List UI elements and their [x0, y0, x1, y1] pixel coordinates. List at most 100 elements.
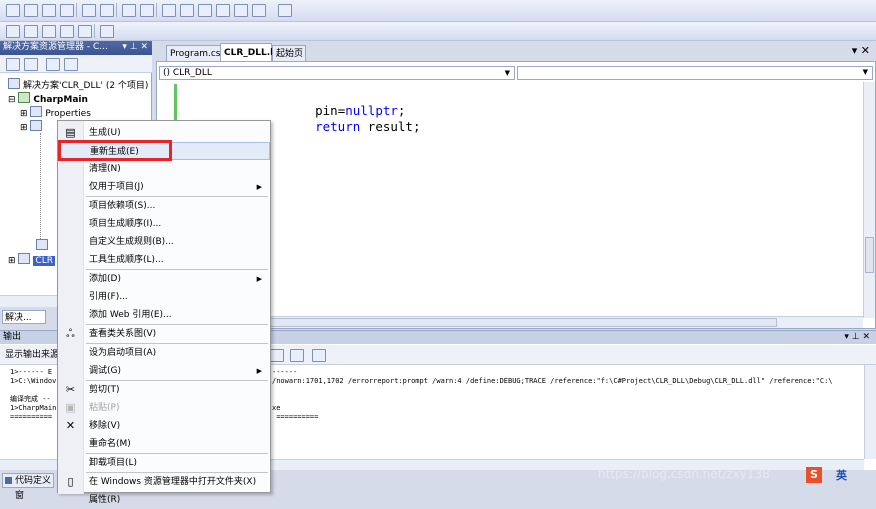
tree-solution[interactable]: 解决方案'CLR_DLL' (2 个项目) — [8, 78, 148, 92]
menu-item-8[interactable]: 工具生成顺序(L)... — [58, 251, 270, 269]
menu-item-3[interactable]: 清理(N) — [58, 160, 270, 178]
bookmark-next-icon[interactable] — [198, 4, 212, 17]
output-line-left-1: 1>------ E — [10, 368, 53, 376]
menu-item-11[interactable]: 添加 Web 引用(E)... — [58, 306, 270, 324]
menu-item-label: 重命名(M) — [89, 439, 131, 449]
menu-item-label: 设为启动项目(A) — [89, 348, 157, 358]
output-line-left-4: 编译完成 -- — [10, 395, 51, 403]
find-dropdown-icon[interactable] — [278, 4, 292, 17]
menu-item-label: 查看类关系图(V) — [89, 329, 157, 339]
menu-item-label: 粘贴(P) — [89, 403, 120, 413]
properties-icon[interactable] — [6, 58, 20, 71]
tab-program-cs[interactable]: Program.cs — [166, 45, 222, 61]
outdent-icon[interactable] — [100, 4, 114, 17]
context-menu: ▤ 生成(U) 重新生成(E) 清理(N) 仅用于项目(J) ▶ 项目依赖项(S)... 项目… — [57, 120, 271, 505]
expand-icon[interactable]: ⊞ — [20, 109, 30, 119]
code-keyword-return: return — [315, 119, 361, 134]
toolbar-icon-c[interactable] — [42, 25, 56, 38]
menu-item-19[interactable]: 卸载项目(L) — [58, 454, 270, 472]
uncomment-icon[interactable] — [140, 4, 154, 17]
toolbar-icon-f[interactable] — [100, 25, 114, 38]
output-title-buttons[interactable]: ▾ ⊥ ✕ — [844, 331, 870, 344]
tab-solution-explorer[interactable]: 解决... — [2, 310, 46, 324]
toolbar-top — [0, 0, 876, 22]
editor-close-buttons[interactable]: ▾ ✕ — [852, 44, 870, 57]
menu-item-10[interactable]: 引用(F)... — [58, 288, 270, 306]
view-class-icon[interactable] — [64, 58, 78, 71]
menu-item-13[interactable]: 设为启动项目(A) — [58, 344, 270, 362]
tree-clr-project[interactable]: ⊞ CLR — [8, 253, 55, 267]
class-diagram-icon: ஃ — [66, 327, 75, 340]
scope-dropdown[interactable]: () CLR_DLL ▼ — [159, 66, 515, 80]
menu-item-21[interactable]: 属性(R) — [58, 491, 270, 509]
toolbar-icon-2[interactable] — [24, 4, 38, 17]
menu-item-15[interactable]: ✂ 剪切(T) — [58, 381, 270, 399]
expand-icon[interactable]: ⊞ — [20, 123, 30, 133]
code-line-2[interactable]: return result; — [285, 104, 420, 149]
menu-item-label: 清理(N) — [89, 164, 121, 174]
menu-item-12[interactable]: ஃ 查看类关系图(V) — [58, 325, 270, 343]
tab-code-definition[interactable]: 代码定义窗 — [2, 473, 54, 501]
menu-item-18[interactable]: 重命名(M) — [58, 435, 270, 453]
editor-vscroll-thumb[interactable] — [865, 237, 874, 273]
project-label: CharpMain — [33, 95, 88, 105]
find-icon[interactable] — [252, 4, 266, 17]
menu-item-20[interactable]: ▯ 在 Windows 资源管理器中打开文件夹(X) — [58, 473, 270, 491]
show-all-files-icon[interactable] — [24, 58, 38, 71]
tab-start-page-label: 起始页 — [276, 49, 304, 59]
toolbar-icon-d[interactable] — [60, 25, 74, 38]
toolbar-icon-4[interactable] — [60, 4, 74, 17]
toolbar-separator — [76, 3, 77, 17]
menu-item-14[interactable]: 调试(G) ▶ — [58, 362, 270, 380]
code-definition-icon — [5, 477, 12, 484]
solution-label: 解决方案'CLR_DLL' (2 个项目) — [23, 81, 149, 91]
collapse-icon[interactable]: ⊟ — [8, 95, 18, 105]
menu-item-label: 添加 Web 引用(E)... — [89, 310, 172, 320]
tree-properties[interactable]: ⊞ Properties — [20, 106, 91, 120]
output-line-right-5: xe — [272, 404, 281, 412]
editor-vscroll[interactable] — [863, 82, 875, 318]
bookmark-folder-icon[interactable] — [216, 4, 230, 17]
tree-item-hidden[interactable] — [36, 239, 51, 253]
editor-hscroll-thumb[interactable] — [197, 318, 777, 327]
toolbar-icon-1[interactable] — [6, 4, 20, 17]
menu-item-label: 移除(V) — [89, 421, 121, 431]
folder-icon — [30, 120, 43, 131]
refresh-icon[interactable] — [46, 58, 60, 71]
tree-project[interactable]: ⊟ CharpMain — [8, 92, 88, 106]
bookmark-icon[interactable] — [162, 4, 176, 17]
panel-buttons[interactable]: ▾ ⊥ ✕ — [122, 41, 148, 53]
toolbar-icon-b[interactable] — [24, 25, 38, 38]
menu-item-17[interactable]: ✕ 移除(V) — [58, 417, 270, 435]
bookmark-prev-icon[interactable] — [180, 4, 194, 17]
clear-all-icon[interactable] — [290, 349, 304, 362]
tree-references[interactable]: ⊞ — [20, 120, 45, 134]
output-vscroll[interactable] — [864, 365, 876, 459]
comment-icon[interactable] — [122, 4, 136, 17]
menu-item-label: 工具生成顺序(L)... — [89, 255, 164, 265]
toolbar-icon-a[interactable] — [6, 25, 20, 38]
menu-item-6[interactable]: 项目生成顺序(I)... — [58, 215, 270, 233]
toolbar-icon-e[interactable] — [78, 25, 92, 38]
bookmark-clear-icon[interactable] — [234, 4, 248, 17]
tab-clr-dll-h[interactable]: CLR_DLL.h — [220, 43, 277, 61]
menu-item-7[interactable]: 自定义生成规则(B)... — [58, 233, 270, 251]
output-line-right-6: ========== — [272, 413, 319, 421]
expand-icon[interactable]: ⊞ — [8, 256, 18, 266]
member-dropdown[interactable]: ▼ — [517, 66, 873, 80]
menu-item-4[interactable]: 仅用于项目(J) ▶ — [58, 178, 270, 196]
word-wrap-icon[interactable] — [312, 349, 326, 362]
toolbar-icon-3[interactable] — [42, 4, 56, 17]
goto-next-icon[interactable] — [270, 349, 284, 362]
menu-item-label: 添加(D) — [89, 274, 121, 284]
output-line-right-2: /nowarn:1701,1702 /errorreport:prompt /w… — [272, 377, 833, 385]
ime-language[interactable]: 英 — [836, 467, 847, 483]
menu-item-5[interactable]: 项目依赖项(S)... — [58, 197, 270, 215]
clr-label: CLR — [33, 256, 55, 266]
indent-icon[interactable] — [82, 4, 96, 17]
chevron-down-icon: ▼ — [504, 69, 510, 77]
menu-item-label: 在 Windows 资源管理器中打开文件夹(X) — [89, 477, 257, 487]
tab-start-page[interactable]: 起始页 — [272, 45, 306, 61]
menu-item-9[interactable]: 添加(D) ▶ — [58, 270, 270, 288]
cut-icon: ✂ — [65, 383, 76, 396]
